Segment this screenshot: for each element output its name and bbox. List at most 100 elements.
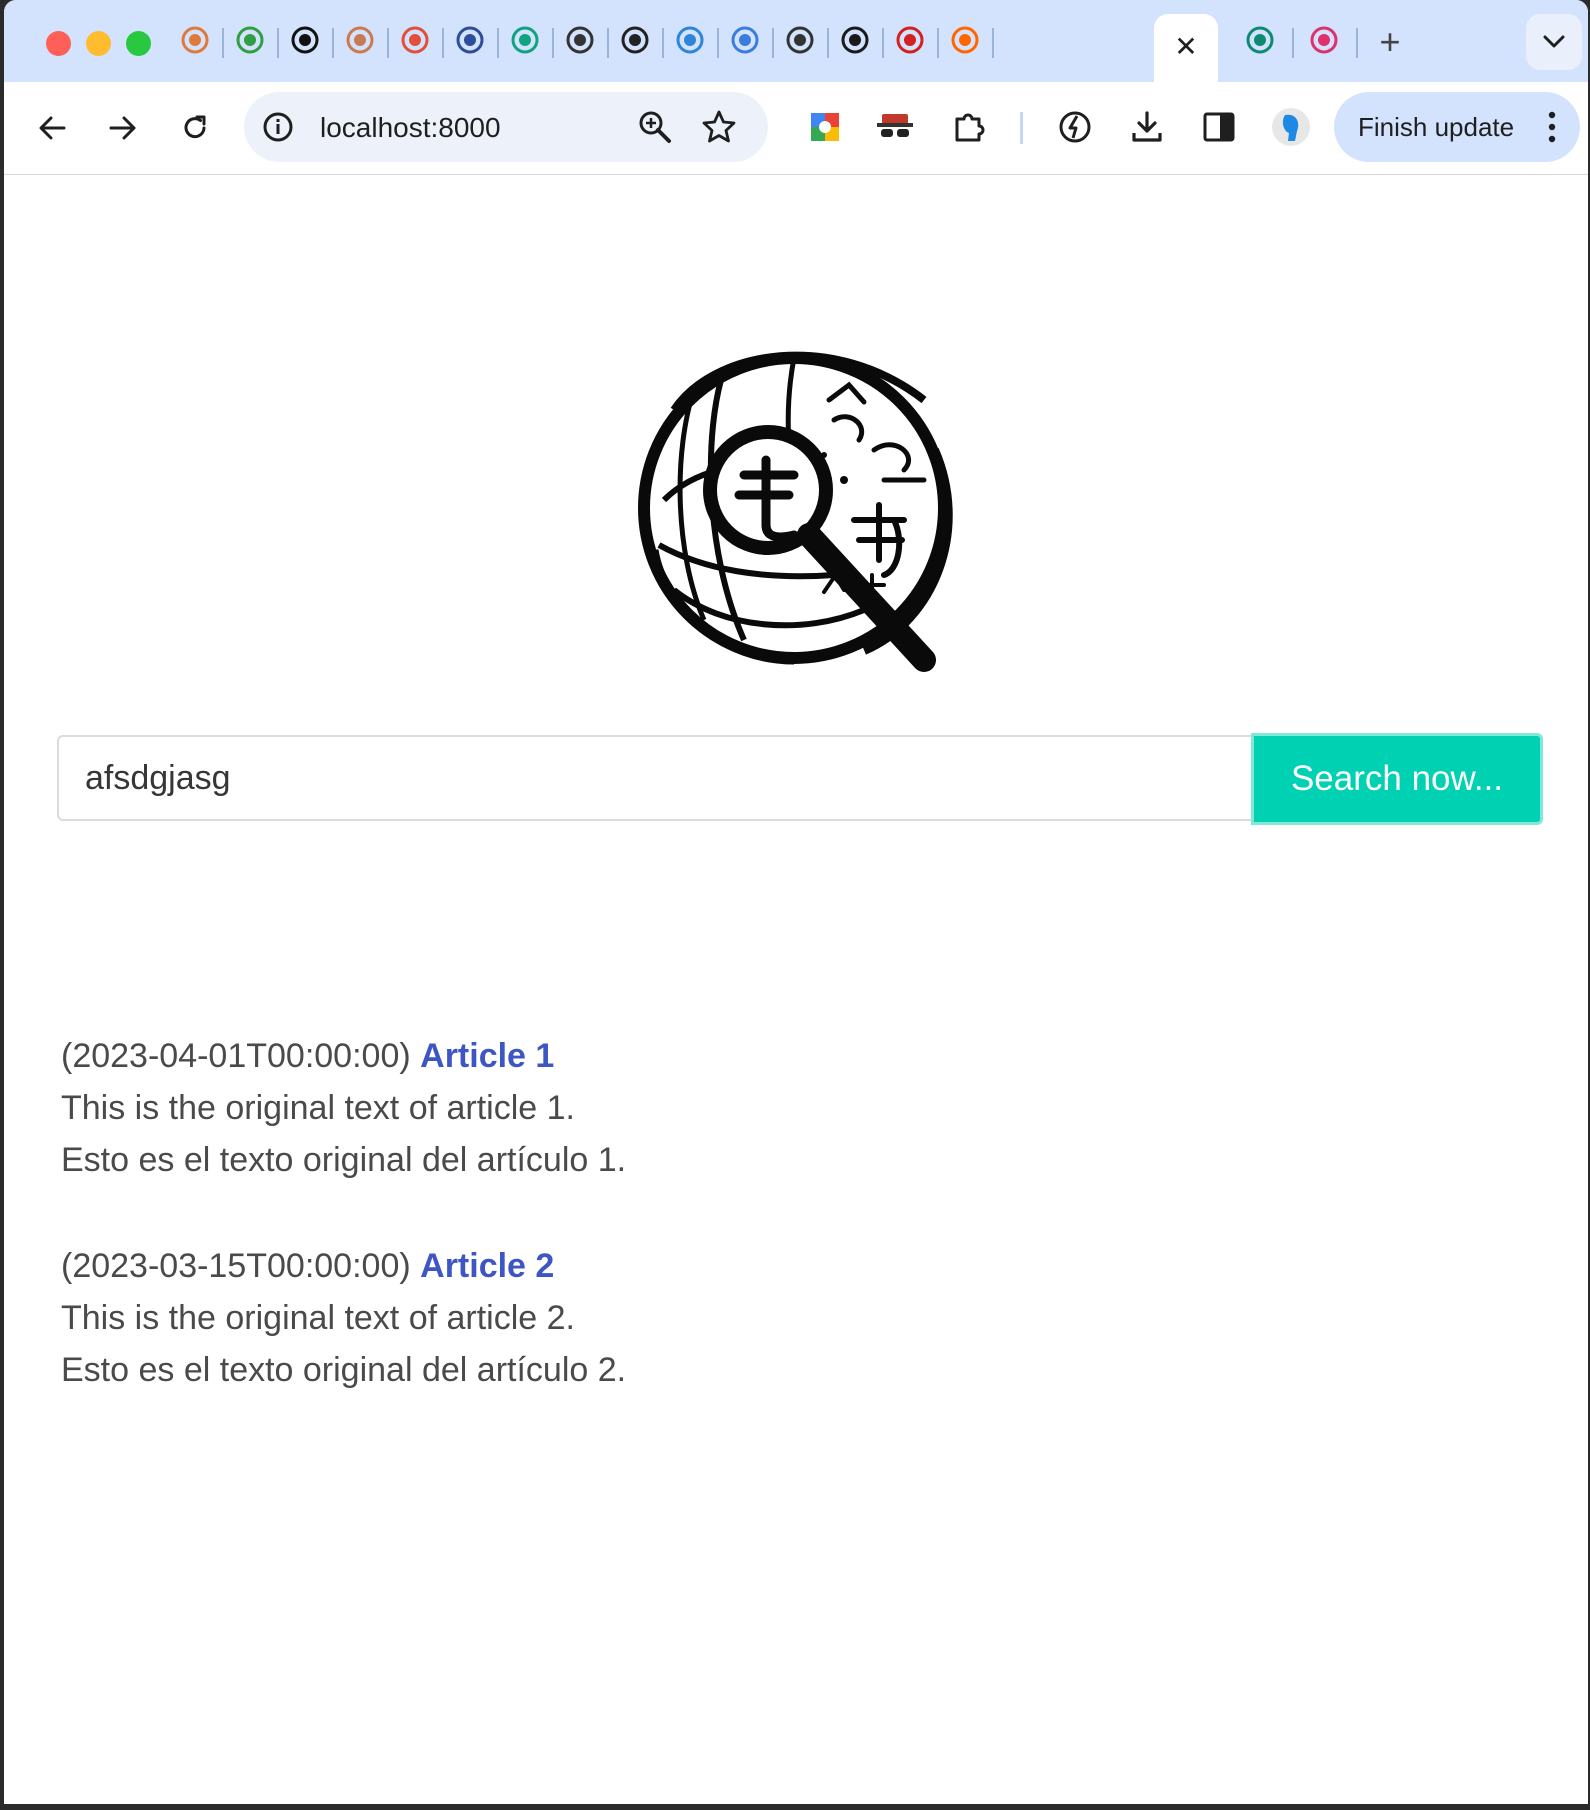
result-title-link[interactable]: Article 2 [420,1247,554,1285]
extension-incognito-icon[interactable] [872,104,918,150]
extension-google-icon[interactable] [802,104,848,150]
letter-a-favicon-icon [896,26,924,54]
tab-separator [607,28,609,58]
result-item: (2023-04-01T00:00:00) Article 1 This is … [61,1030,1261,1186]
tab-pink-pyramid-favicon-icon[interactable] [1304,20,1344,60]
results-list: (2023-04-01T00:00:00) Article 1 This is … [61,1030,1261,1450]
z-favicon-icon [731,26,759,54]
result-title-link[interactable]: Article 1 [420,1037,554,1075]
tab-red-square-favicon-icon[interactable] [395,20,435,60]
x-circle-favicon-icon [621,26,649,54]
result-translated-text: Esto es el texto original del artículo 2… [61,1351,627,1389]
tab-x-app-favicon-icon[interactable] [835,20,875,60]
tab-separator [882,28,884,58]
new-tab-button[interactable]: + [1370,21,1410,62]
chevron-down-icon [1543,35,1565,48]
profile-avatar-icon [1272,108,1310,146]
minimize-window-button[interactable] [86,31,111,56]
tab-separator [662,28,664,58]
tab-gpt-dark-favicon-icon[interactable] [780,20,820,60]
forward-button[interactable] [99,104,147,152]
tab-separator [277,28,279,58]
heart-favicon-icon [676,26,704,54]
performance-leaf-icon[interactable] [1052,104,1098,150]
maximize-window-button[interactable] [126,31,151,56]
search-button[interactable]: Search now... [1251,733,1543,825]
hacker-news-icon [951,26,979,54]
tab-swirl-favicon-icon[interactable] [175,20,215,60]
close-tab-icon[interactable]: ✕ [1172,31,1200,62]
zoom-icon[interactable] [636,108,674,146]
tab-chatgpt-icon[interactable] [505,20,545,60]
tab-search-button[interactable] [1526,14,1582,70]
tab-anthropic-icon[interactable] [340,20,380,60]
tab-separator [1356,28,1358,58]
finish-update-label: Finish update [1358,112,1515,142]
red-square-favicon-icon [401,26,429,54]
tab-letter-a-favicon-icon[interactable] [890,20,930,60]
tab-github-icon[interactable] [285,20,325,60]
tab-separator [827,28,829,58]
tab-z-favicon-icon[interactable] [725,20,765,60]
browser-window: ✕ + localhost:8000 Finish update afsdgja… [4,0,1588,1804]
url-text[interactable]: localhost:8000 [320,112,501,144]
tab-separator [552,28,554,58]
openai-icon [566,26,594,54]
site-info-icon[interactable] [260,109,296,145]
tab-strip: ✕ + [4,0,1588,82]
pink-pyramid-favicon-icon [1310,26,1338,54]
result-original-text: This is the original text of article 1. [61,1089,576,1127]
tab-separator [937,28,939,58]
active-tab[interactable]: ✕ [1154,14,1218,82]
tab-separator [442,28,444,58]
desktop-background [0,1804,1590,1810]
tab-separator [222,28,224,58]
more-menu-icon[interactable] [1546,109,1558,145]
chatgpt-icon [511,26,539,54]
tab-separator [497,28,499,58]
github-icon [291,26,319,54]
address-bar[interactable]: localhost:8000 [244,92,768,162]
finish-update-button[interactable]: Finish update [1334,92,1580,162]
abc-favicon-icon [456,26,484,54]
result-original-text: This is the original text of article 2. [61,1299,576,1337]
tab-green-spiral-favicon-icon[interactable] [230,20,270,60]
tab-separator [772,28,774,58]
profile-avatar[interactable] [1268,104,1314,150]
reload-icon [184,115,206,139]
tab-separator [717,28,719,58]
tab-separator [387,28,389,58]
reload-button[interactable] [171,104,219,152]
result-title-line: (2023-03-15T00:00:00) Article 2 [61,1240,1261,1292]
download-icon[interactable] [1124,104,1170,150]
result-date: (2023-03-15T00:00:00) [61,1247,411,1285]
toolbar-divider [1020,112,1023,144]
tab-abc-favicon-icon[interactable] [450,20,490,60]
arrow-right-icon [109,116,136,140]
gpt-dark-favicon-icon [786,26,814,54]
bookmark-star-icon[interactable] [700,108,738,146]
tab-separator [992,28,994,58]
tab-hacker-news-icon[interactable] [945,20,985,60]
site-logo [638,351,953,672]
result-item: (2023-03-15T00:00:00) Article 2 This is … [61,1240,1261,1396]
arrow-left-icon [39,116,66,140]
tab-green-leaf-favicon-icon[interactable] [1240,20,1280,60]
tab-openai-icon[interactable] [560,20,600,60]
search-input[interactable] [57,735,1251,821]
side-panel-icon[interactable] [1196,104,1242,150]
tab-separator [1292,28,1294,58]
tab-heart-favicon-icon[interactable] [670,20,710,60]
browser-toolbar: localhost:8000 Finish update [4,82,1588,175]
green-spiral-favicon-icon [236,26,264,54]
result-translated-text: Esto es el texto original del artículo 1… [61,1141,627,1179]
extensions-puzzle-icon[interactable] [946,104,992,150]
anthropic-icon [346,26,374,54]
x-app-favicon-icon [841,26,869,54]
green-leaf-favicon-icon [1246,26,1274,54]
close-window-button[interactable] [46,31,71,56]
back-button[interactable] [28,104,76,152]
tab-x-circle-favicon-icon[interactable] [615,20,655,60]
swirl-favicon-icon [181,26,209,54]
result-date: (2023-04-01T00:00:00) [61,1037,411,1075]
